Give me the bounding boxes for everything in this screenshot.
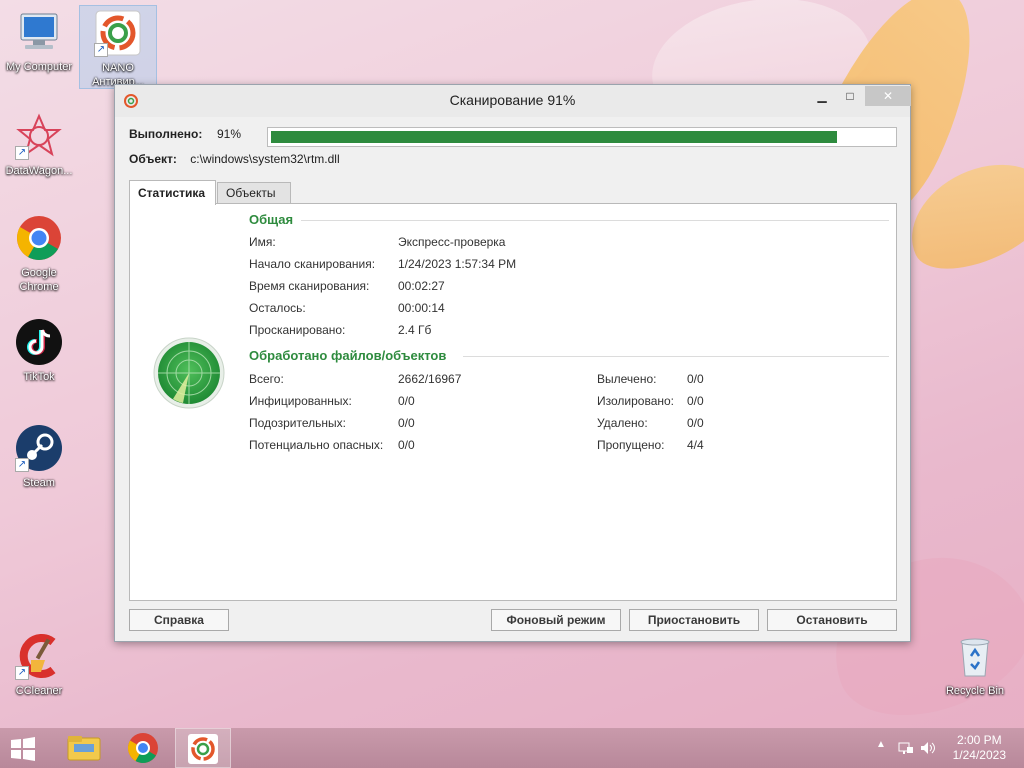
section-divider [463,356,889,357]
desktop-icon-label: My Computer [5,61,73,73]
scan-window: Сканирование 91% ▁ □ ✕ Выполнено: 91% Об… [114,84,911,642]
desktop-icon-label: Google Chrome [19,267,59,293]
system-tray: ▲ 2:00 PM 1/24/2023 [864,728,1024,768]
value-total: 2662/16967 [398,372,462,386]
recycle-bin-icon [951,632,999,680]
desktop-icon-recycle-bin[interactable]: Recycle Bin [936,632,1014,698]
desktop-icon-my-computer[interactable]: My Computer [0,8,78,74]
desktop-icon-google-chrome[interactable]: Google Chrome [0,214,78,294]
shortcut-arrow-icon: ↗ [15,666,29,680]
taskbar-file-explorer[interactable] [56,728,112,768]
clock-date: 1/24/2023 [952,748,1006,762]
scan-progress-bar [267,127,897,147]
stop-button[interactable]: Остановить [767,609,897,631]
label-total: Всего: [249,372,284,386]
label-suspicious: Подозрительных: [249,416,346,430]
label-quarantined: Изолировано: [597,394,675,408]
label-potentially-dangerous: Потенциально опасных: [249,438,384,452]
shortcut-arrow-icon: ↗ [15,146,29,160]
object-label: Объект: [129,152,177,166]
label-deleted: Удалено: [597,416,648,430]
progress-label: Выполнено: [129,127,203,141]
shortcut-arrow-icon: ↗ [15,458,29,472]
label-cured: Вылечено: [597,372,657,386]
taskbar-clock[interactable]: 2:00 PM 1/24/2023 [953,733,1006,763]
section-divider [301,220,889,221]
taskbar-chrome[interactable] [115,728,171,768]
desktop-icon-tiktok[interactable]: TikTok [0,318,78,384]
desktop-icon-nano-antivirus[interactable]: ↗ NANO Антивир... [79,5,157,89]
general-section-heading: Общая [249,212,889,227]
label-remaining: Осталось: [249,301,306,315]
progress-row: Выполнено: 91% [129,127,899,147]
desktop-icon-label: DataWagon... [5,165,73,177]
clock-time: 2:00 PM [956,733,1002,747]
progress-percent: 91% [217,127,242,141]
value-skipped: 4/4 [687,438,704,452]
value-deleted: 0/0 [687,416,704,430]
chrome-icon [127,733,158,764]
tray-overflow-arrow[interactable]: ▲ [876,739,886,750]
label-scan-time: Время сканирования: [249,279,370,293]
windows-logo-icon [11,737,35,761]
label-name: Имя: [249,235,276,249]
steam-icon: ↗ [15,424,63,472]
object-row: Объект: c:\windows\system32\rtm.dll [129,152,340,166]
datawagon-icon: ↗ [15,112,63,160]
value-remaining: 00:00:14 [398,301,445,315]
label-scan-start: Начало сканирования: [249,257,376,271]
value-cured: 0/0 [687,372,704,386]
background-mode-button[interactable]: Фоновый режим [491,609,621,631]
radar-scan-icon [153,337,225,409]
window-titlebar[interactable]: Сканирование 91% ▁ □ ✕ [115,85,911,117]
tab-statistics[interactable]: Статистика [129,180,216,205]
pause-button[interactable]: Приостановить [629,609,759,631]
desktop-icon-datawagon[interactable]: ↗ DataWagon... [0,112,78,178]
object-path: c:\windows\system32\rtm.dll [190,152,340,166]
desktop-icon-label: TikTok [23,371,55,383]
network-icon[interactable] [898,740,914,759]
label-infected: Инфицированных: [249,394,352,408]
folder-icon [67,736,101,761]
value-suspicious: 0/0 [398,416,415,430]
window-title: Сканирование 91% [449,92,576,108]
chrome-icon [15,214,63,262]
processed-section-heading: Обработано файлов/объектов [249,348,889,363]
value-scan-time: 00:02:27 [398,279,445,293]
value-potentially-dangerous: 0/0 [398,438,415,452]
desktop-icon-label: Steam [23,477,55,489]
start-button[interactable] [8,736,38,762]
ccleaner-icon: ↗ [15,632,63,680]
taskbar: ▲ 2:00 PM 1/24/2023 [0,728,1024,768]
desktop-icon-label: CCleaner [15,685,63,697]
maximize-button[interactable]: □ [836,86,864,106]
computer-icon [15,8,63,56]
nano-antivirus-icon [188,734,218,764]
label-scanned: Просканировано: [249,323,346,337]
value-scanned: 2.4 Гб [398,323,432,337]
nano-antivirus-icon: ↗ [94,9,142,57]
label-skipped: Пропущено: [597,438,665,452]
tiktok-icon [15,318,63,366]
help-button[interactable]: Справка [129,609,229,631]
tab-objects[interactable]: Объекты [217,182,291,204]
shortcut-arrow-icon: ↗ [94,43,108,57]
value-infected: 0/0 [398,394,415,408]
desktop-icon-ccleaner[interactable]: ↗ CCleaner [0,632,78,698]
value-name: Экспресс-проверка [398,235,506,249]
taskbar-nano-antivirus[interactable] [175,728,231,768]
progress-fill [271,131,837,143]
value-scan-start: 1/24/2023 1:57:34 PM [398,257,517,271]
close-button[interactable]: ✕ [865,86,911,106]
desktop-icon-steam[interactable]: ↗ Steam [0,424,78,490]
value-quarantined: 0/0 [687,394,704,408]
volume-icon[interactable] [920,740,936,759]
desktop-icon-label: Recycle Bin [945,685,1005,697]
minimize-button[interactable]: ▁ [808,86,836,106]
